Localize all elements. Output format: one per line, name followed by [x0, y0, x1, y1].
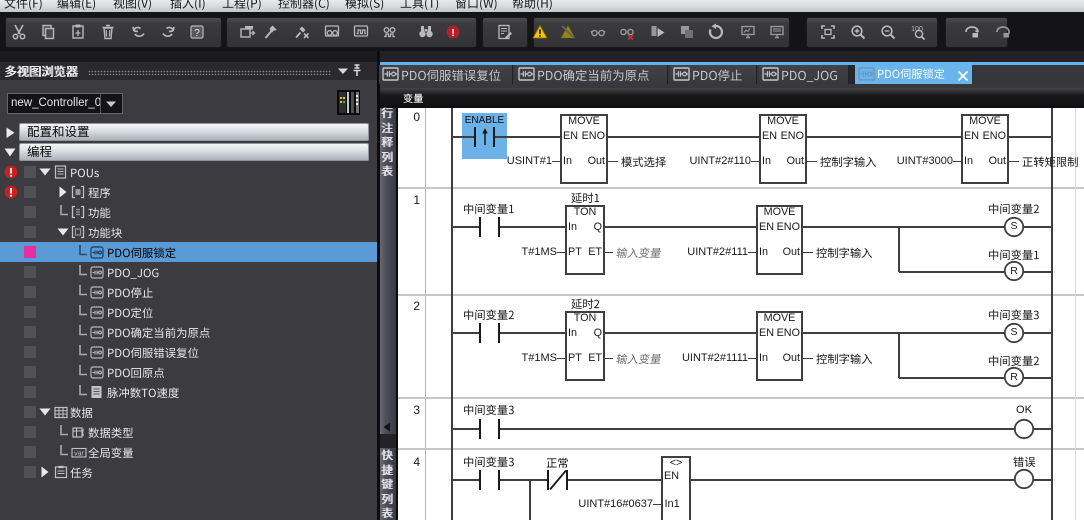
svg-text:?: ?: [194, 28, 200, 39]
svg-text:!: !: [451, 28, 454, 39]
svg-text:var: var: [74, 451, 84, 458]
